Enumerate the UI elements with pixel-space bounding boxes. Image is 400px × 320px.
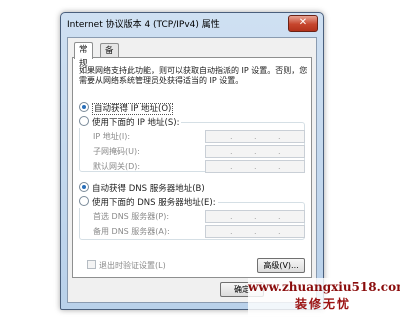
- auto-ip-radio[interactable]: 自动获得 IP 地址(O): [79, 102, 174, 115]
- site-watermark: www.zhuangxiu518.com 装修无忧: [248, 278, 400, 316]
- manual-ip-radio[interactable]: 使用下面的 IP 地址(S):: [79, 116, 182, 128]
- ip-address-input[interactable]: ...: [205, 130, 305, 143]
- subnet-mask-input[interactable]: ...: [205, 145, 305, 158]
- subnet-mask-label: 子网掩码(U):: [93, 147, 140, 156]
- auto-dns-radio[interactable]: 自动获得 DNS 服务器地址(B): [79, 182, 205, 194]
- description-text: 如果网络支持此功能，则可以获取自动指派的 IP 设置。否则，您需要从网络系统管理…: [79, 66, 308, 85]
- advanced-button[interactable]: 高级(V)...: [257, 258, 305, 273]
- close-button[interactable]: ✕: [288, 15, 318, 32]
- alternate-dns-row: 备用 DNS 服务器(A): ...: [93, 225, 305, 238]
- general-tab-panel: 如果网络支持此功能，则可以获取自动指派的 IP 设置。否则，您需要从网络系统管理…: [72, 57, 312, 278]
- preferred-dns-label: 首选 DNS 服务器(P):: [93, 212, 170, 221]
- dialog-title: Internet 协议版本 4 (TCP/IPv4) 属性: [67, 20, 220, 30]
- alternate-dns-input[interactable]: ...: [205, 225, 305, 238]
- tab-alternate-config[interactable]: 备用配置: [100, 43, 119, 98]
- radio-unselected-icon: [79, 116, 89, 126]
- manual-ip-label: 使用下面的 IP 地址(S):: [92, 118, 180, 128]
- dialog-client-area: 常规 备用配置 如果网络支持此功能，则可以获取自动指派的 IP 设置。否则，您需…: [67, 37, 317, 303]
- preferred-dns-row: 首选 DNS 服务器(P): ...: [93, 210, 305, 223]
- preferred-dns-input[interactable]: ...: [205, 210, 305, 223]
- ipv4-properties-dialog: Internet 协议版本 4 (TCP/IPv4) 属性 ✕ 常规 备用配置 …: [60, 12, 324, 310]
- manual-dns-radio[interactable]: 使用下面的 DNS 服务器地址(E):: [79, 196, 218, 208]
- alternate-dns-label: 备用 DNS 服务器(A):: [93, 227, 170, 236]
- auto-dns-label: 自动获得 DNS 服务器地址(B): [92, 184, 205, 194]
- radio-unselected-icon: [79, 196, 89, 206]
- checkbox-icon: [87, 260, 96, 269]
- default-gateway-row: 默认网关(D): ...: [93, 160, 305, 173]
- watermark-brand: 装修无忧: [294, 297, 351, 311]
- validate-on-exit-checkbox[interactable]: 退出时验证设置(L): [87, 260, 166, 271]
- close-icon: ✕: [298, 17, 308, 28]
- radio-selected-icon: [79, 102, 89, 112]
- tab-general[interactable]: 常规: [74, 42, 93, 69]
- subnet-mask-row: 子网掩码(U): ...: [93, 145, 305, 158]
- default-gateway-label: 默认网关(D):: [93, 162, 141, 171]
- ip-address-row: IP 地址(I): ...: [93, 130, 305, 143]
- radio-selected-icon: [79, 182, 89, 192]
- ip-address-label: IP 地址(I):: [93, 132, 131, 141]
- validate-on-exit-label: 退出时验证设置(L): [99, 261, 166, 270]
- watermark-url: www.zhuangxiu518.com: [248, 280, 400, 294]
- auto-ip-label: 自动获得 IP 地址(O): [92, 103, 174, 115]
- manual-dns-label: 使用下面的 DNS 服务器地址(E):: [92, 198, 216, 208]
- default-gateway-input[interactable]: ...: [205, 160, 305, 173]
